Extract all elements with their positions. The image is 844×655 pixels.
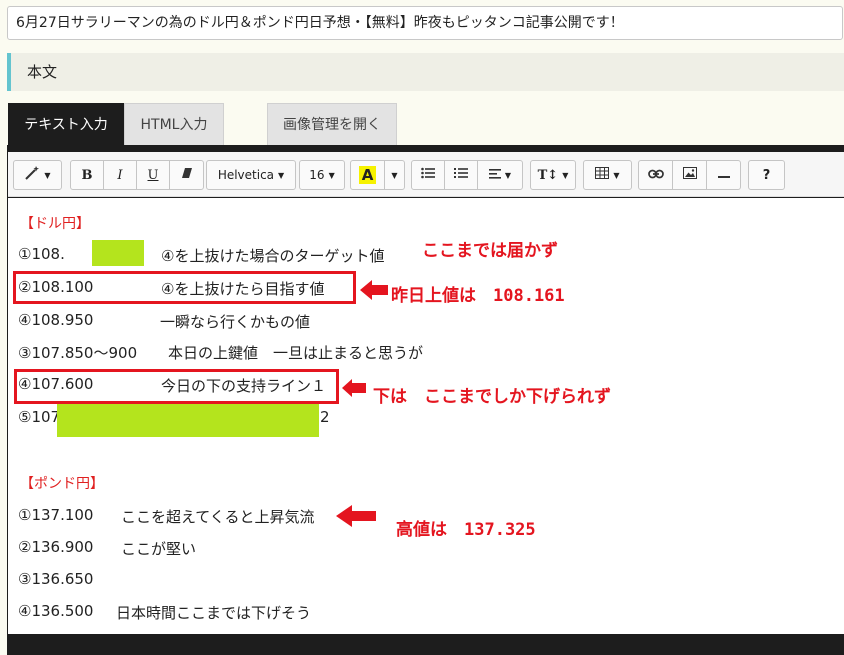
redaction-bar-1 (92, 240, 144, 266)
list-group: ▼ (411, 160, 523, 190)
pound-line-4-desc: 日本時間ここまでは下げそう (116, 604, 312, 622)
annotation-yesterday-high: 昨日上値は 108.161 (391, 286, 565, 306)
section-header-body: 本文 (7, 53, 844, 91)
align-button[interactable]: ▼ (478, 161, 522, 189)
eraser-button[interactable] (170, 161, 203, 189)
annotation-not-reached: ここまでは届かず (422, 241, 558, 261)
image-button[interactable] (673, 161, 707, 189)
editor-toolbar: ▼ B I U Helvetica ▼ 16 ▼ A ▼ ▼ T↕ ▼ ▼ ? (8, 152, 844, 197)
underline-button[interactable]: U (137, 161, 170, 189)
chevron-down-icon: ▼ (44, 170, 51, 180)
post-title-input[interactable]: 6月27日サラリーマンの為のドル円＆ポンド円日予想・【無料】昨夜もピッタンコ記事… (7, 6, 843, 40)
bullet-list-icon (421, 167, 435, 183)
annotation-lower-limit: 下は ここまでしか下げられず (373, 387, 611, 407)
horizontal-rule-button[interactable] (707, 161, 740, 189)
font-color-group: A ▼ (350, 160, 405, 190)
dollar-line-3-desc: 一瞬なら行くかもの値 (160, 313, 311, 331)
wand-icon (24, 165, 40, 185)
tab-text-input[interactable]: テキスト入力 (8, 103, 124, 145)
help-group: ? (748, 160, 785, 190)
font-color-button[interactable]: A (351, 161, 385, 189)
tab-image-manager[interactable]: 画像管理を開く (267, 103, 397, 145)
pound-line-2-desc: ここが堅い (121, 540, 197, 558)
pound-line-1-price: ①137.100 (18, 506, 94, 524)
bullet-list-button[interactable] (412, 161, 445, 189)
font-size-select[interactable]: 16 ▼ (299, 160, 345, 190)
highlight-box-1 (13, 271, 356, 304)
magic-group: ▼ (13, 160, 62, 190)
line-height-select[interactable]: T↕ ▼ (530, 160, 576, 190)
highlight-box-2 (14, 369, 339, 404)
chevron-down-icon: ▼ (613, 170, 620, 180)
dollar-line-1-price: ①108. (18, 245, 65, 263)
font-family-value: Helvetica (217, 168, 275, 182)
line-height-icon: T↕ (537, 167, 559, 183)
table-icon (595, 167, 610, 183)
annotation-high-value: 高値は 137.325 (396, 520, 536, 540)
redaction-bar-2 (57, 402, 319, 437)
help-button[interactable]: ? (749, 161, 784, 189)
magic-wand-button[interactable]: ▼ (14, 161, 61, 189)
pound-line-2-price: ②136.900 (18, 538, 94, 556)
tab-html-input[interactable]: HTML入力 (124, 103, 224, 145)
font-size-value: 16 (309, 168, 325, 182)
dollar-yen-heading: 【ドル円】 (20, 216, 90, 232)
insert-group (638, 160, 741, 190)
chevron-down-icon: ▼ (278, 170, 285, 180)
arrow-left-icon (336, 505, 376, 527)
chevron-down-icon: ▼ (328, 170, 335, 180)
pound-yen-heading: 【ポンド円】 (20, 476, 104, 492)
font-color-dropdown[interactable]: ▼ (385, 161, 404, 189)
table-select[interactable]: ▼ (583, 160, 632, 190)
link-button[interactable] (639, 161, 673, 189)
chevron-down-icon: ▼ (562, 170, 569, 180)
numbered-list-icon (454, 167, 468, 183)
chevron-down-icon: ▼ (391, 170, 398, 180)
dollar-line-6-desc: 2 (320, 408, 330, 426)
pound-line-3-price: ③136.650 (18, 570, 94, 588)
dollar-line-3-price: ④108.950 (18, 311, 94, 329)
image-icon (682, 167, 697, 183)
dollar-line-1-desc: ④を上抜けた場合のターゲット値 (161, 247, 385, 265)
dollar-line-4-price: ③107.850～900 (18, 344, 138, 362)
bold-button[interactable]: B (71, 161, 104, 189)
format-group: B I U (70, 160, 204, 190)
align-left-icon (488, 168, 501, 183)
horizontal-rule-icon (717, 168, 730, 183)
arrow-left-icon (342, 379, 366, 397)
pound-line-1-desc: ここを超えてくると上昇気流 (121, 508, 315, 526)
dollar-line-6-price: ⑤107 (18, 408, 61, 426)
dollar-line-4-desc: 本日の上鍵値 一旦は止まると思うが (168, 344, 424, 362)
eraser-icon (180, 166, 194, 184)
font-family-select[interactable]: Helvetica ▼ (206, 160, 296, 190)
chevron-down-icon: ▼ (504, 170, 512, 180)
pound-line-4-price: ④136.500 (18, 602, 94, 620)
link-icon (647, 168, 664, 183)
arrow-left-icon (360, 280, 388, 300)
italic-button[interactable]: I (104, 161, 137, 189)
numbered-list-button[interactable] (445, 161, 478, 189)
font-color-swatch: A (358, 166, 377, 184)
